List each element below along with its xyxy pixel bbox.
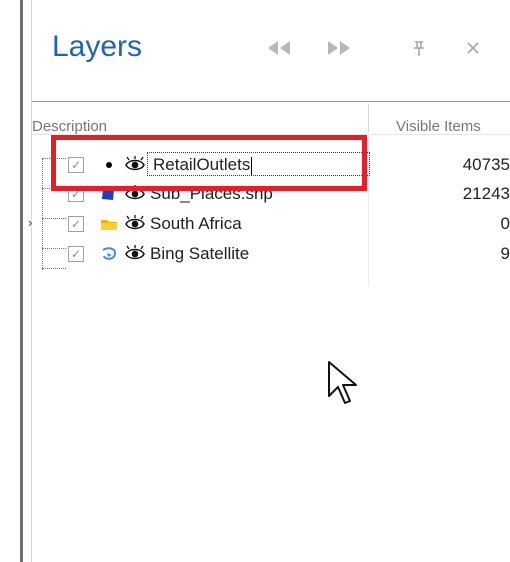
grid-column-header: Description Visible Items <box>32 104 510 135</box>
description-column-header[interactable]: Description <box>32 118 107 135</box>
layer-visible-checkbox[interactable]: ✓ <box>68 246 84 262</box>
pin-icon <box>410 40 428 63</box>
visible-items-value: 9 <box>500 244 510 263</box>
header-divider <box>32 101 510 102</box>
visible-items-column-header[interactable]: Visible Items <box>396 118 481 135</box>
mouse-pointer-icon <box>327 360 361 412</box>
layer-row-bing-satellite[interactable]: ✓ Bing Satellite 9 <box>32 239 510 268</box>
check-icon: ✓ <box>70 217 82 231</box>
layer-name-text[interactable]: South Africa <box>150 214 242 234</box>
column-separator[interactable] <box>368 104 369 132</box>
eye-icon[interactable] <box>124 215 146 233</box>
bing-satellite-icon <box>100 246 118 262</box>
visible-items-value: 21243 <box>462 184 510 203</box>
close-icon <box>464 39 482 63</box>
highlight-box <box>51 135 367 191</box>
eye-icon[interactable] <box>124 245 146 263</box>
expand-chevron-icon[interactable]: › <box>28 216 38 230</box>
double-chevron-right-icon <box>324 39 352 63</box>
visible-items-value: 0 <box>500 214 510 233</box>
layers-panel-header: Layers <box>32 0 510 100</box>
pin-button[interactable] <box>404 36 434 66</box>
panel-title: Layers <box>52 30 143 63</box>
double-chevron-left-icon <box>266 39 294 63</box>
next-button[interactable] <box>318 36 358 66</box>
folder-icon <box>100 216 118 232</box>
layer-name-text[interactable]: Bing Satellite <box>150 244 249 264</box>
check-icon: ✓ <box>70 247 82 261</box>
layer-row-south-africa[interactable]: › ✓ South Africa 0 <box>28 209 510 238</box>
visible-items-value: 40735 <box>462 155 510 174</box>
close-button[interactable] <box>458 36 488 66</box>
layer-visible-checkbox[interactable]: ✓ <box>68 216 84 232</box>
previous-button[interactable] <box>260 36 300 66</box>
